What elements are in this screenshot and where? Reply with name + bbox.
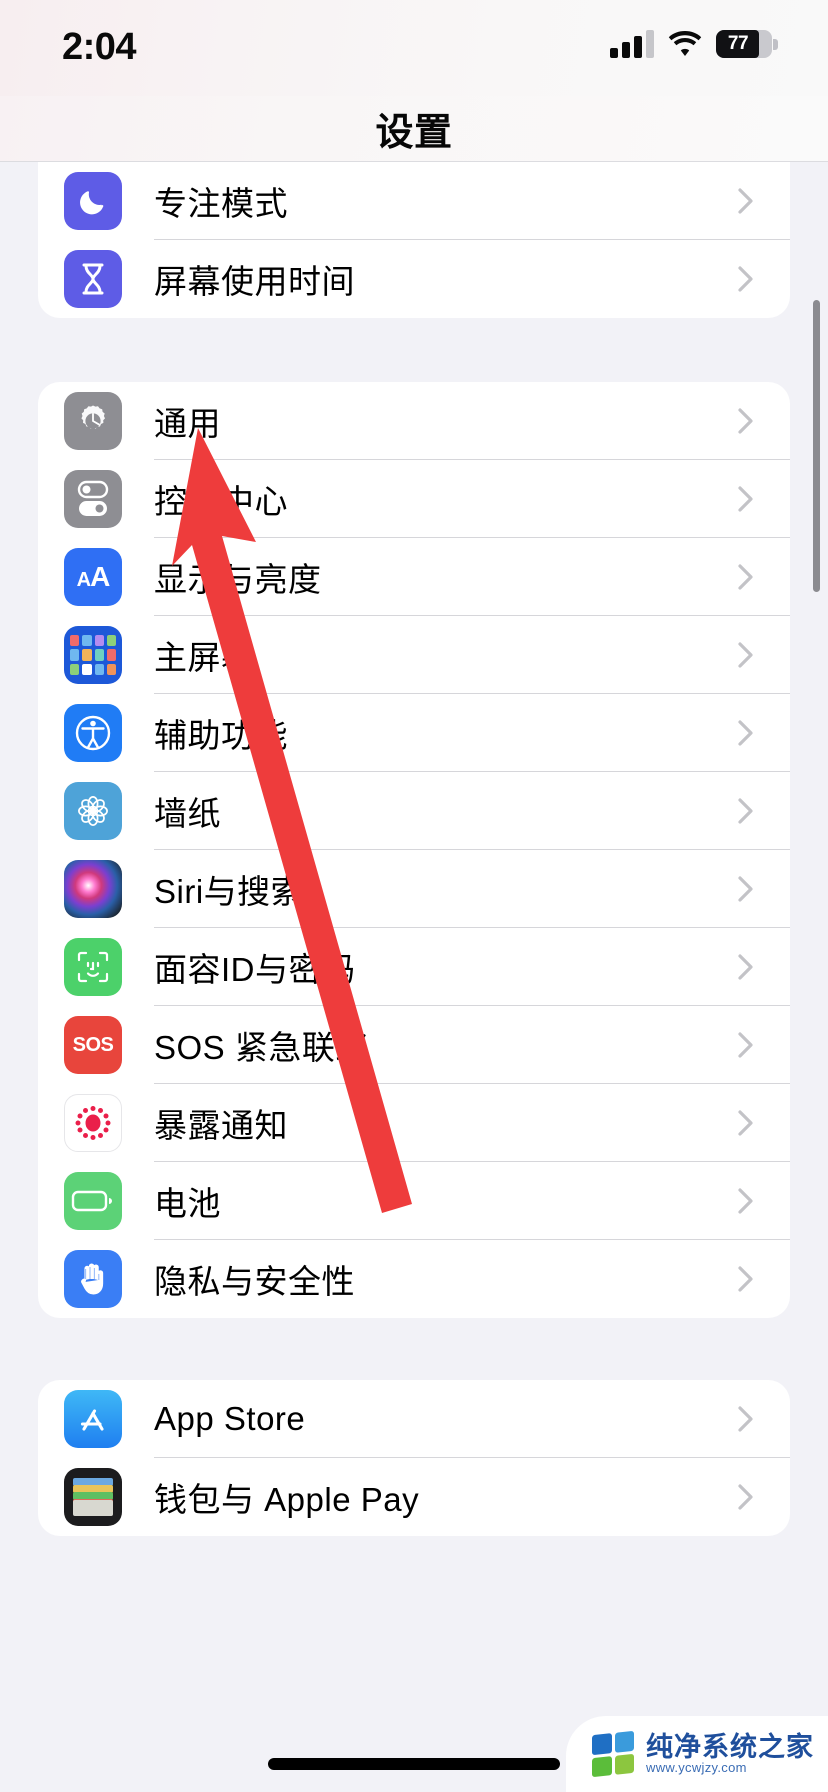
accessibility-icon [64,704,122,762]
chevron-right-icon [738,563,754,591]
chevron-right-icon [738,1405,754,1433]
status-bar-indicators: 77 [610,30,778,58]
settings-row-label: 显示与亮度 [154,561,322,598]
chevron-right-icon [738,797,754,825]
chevron-right-icon [738,1109,754,1137]
settings-row-label: App Store [154,1400,306,1437]
exposure-notification-icon [64,1094,122,1152]
display-brightness-icon: AA [64,548,122,606]
home-indicator [268,1758,560,1770]
wallpaper-icon [64,782,122,840]
settings-row-label: 暴露通知 [154,1107,288,1144]
vertical-scrollbar[interactable] [813,300,820,592]
app-store-icon [64,1390,122,1448]
nav-bar: 设置 [0,96,828,162]
settings-row-label: Siri与搜索 [154,873,305,910]
watermark-logo-icon [592,1730,634,1778]
chevron-right-icon [738,1483,754,1511]
chevron-right-icon [738,187,754,215]
chevron-right-icon [738,407,754,435]
home-screen-icon [64,626,122,684]
settings-row-screen-time[interactable]: 屏幕使用时间 [38,240,790,318]
sos-icon: SOS [64,1016,122,1074]
settings-row-siri-search[interactable]: Siri与搜索 [38,850,790,928]
status-bar: 2:04 77 [0,0,828,96]
watermark-title: 纯净系统之家 [646,1732,814,1762]
settings-row-label: 通用 [154,405,221,442]
settings-row-privacy-security[interactable]: 隐私与安全性 [38,1240,790,1318]
settings-row-emergency-sos[interactable]: SOS SOS 紧急联络 [38,1006,790,1084]
settings-row-wallpaper[interactable]: 墙纸 [38,772,790,850]
settings-row-focus[interactable]: 专注模式 [38,162,790,240]
settings-group-services: App Store 钱包与 Apple Pay [38,1380,790,1536]
settings-row-label: 电池 [154,1185,221,1222]
chevron-right-icon [738,953,754,981]
battery-icon: 77 [716,30,778,58]
settings-row-app-store[interactable]: App Store [38,1380,790,1458]
privacy-hand-icon [64,1250,122,1308]
settings-row-general[interactable]: 通用 [38,382,790,460]
chevron-right-icon [738,1031,754,1059]
watermark: 纯净系统之家 www.ycwjzy.com [566,1716,828,1792]
chevron-right-icon [738,485,754,513]
settings-row-label: SOS 紧急联络 [154,1029,369,1066]
settings-row-display-brightness[interactable]: AA 显示与亮度 [38,538,790,616]
chevron-right-icon [738,1187,754,1215]
settings-group-focus: 专注模式 屏幕使用时间 [38,162,790,318]
settings-row-face-id-passcode[interactable]: 面容ID与密码 [38,928,790,1006]
chevron-right-icon [738,875,754,903]
nav-hairline [0,161,828,162]
chevron-right-icon [738,1265,754,1293]
settings-row-label: 面容ID与密码 [154,951,356,988]
watermark-text: 纯净系统之家 www.ycwjzy.com [646,1733,814,1775]
battery-percent-label: 77 [727,33,749,54]
status-bar-time: 2:04 [62,26,137,68]
watermark-url: www.ycwjzy.com [646,1760,747,1776]
settings-row-battery[interactable]: 电池 [38,1162,790,1240]
settings-group-system: 通用 控制中心 AA 显示与亮度 主屏幕 辅助功能 墙纸 Siri与搜索 面容I… [38,382,790,1318]
siri-icon [64,860,122,918]
settings-row-control-center[interactable]: 控制中心 [38,460,790,538]
page-title: 设置 [375,112,453,154]
settings-scroll-view[interactable]: 专注模式 屏幕使用时间 通用 控制中心 AA 显示与亮度 主屏幕 辅助功能 墙纸… [0,162,828,1792]
settings-row-label: 专注模式 [154,185,288,222]
wifi-icon [668,31,702,56]
cellular-bars-icon [610,30,654,58]
settings-row-label: 隐私与安全性 [154,1263,355,1300]
chevron-right-icon [738,641,754,669]
face-id-icon [64,938,122,996]
settings-row-label: 墙纸 [154,795,221,832]
control-center-icon [64,470,122,528]
gear-icon [64,392,122,450]
settings-row-wallet-apple-pay[interactable]: 钱包与 Apple Pay [38,1458,790,1536]
hourglass-icon [64,250,122,308]
moon-icon [64,172,122,230]
settings-row-label: 控制中心 [154,483,288,520]
settings-row-label: 屏幕使用时间 [154,263,355,300]
settings-row-label: 辅助功能 [154,717,288,754]
settings-row-home-screen[interactable]: 主屏幕 [38,616,790,694]
settings-row-accessibility[interactable]: 辅助功能 [38,694,790,772]
settings-row-label: 钱包与 Apple Pay [154,1481,420,1518]
chevron-right-icon [738,719,754,747]
settings-row-exposure-notifications[interactable]: 暴露通知 [38,1084,790,1162]
battery-settings-icon [64,1172,122,1230]
wallet-icon [64,1468,122,1526]
settings-row-label: 主屏幕 [154,639,255,676]
chevron-right-icon [738,265,754,293]
